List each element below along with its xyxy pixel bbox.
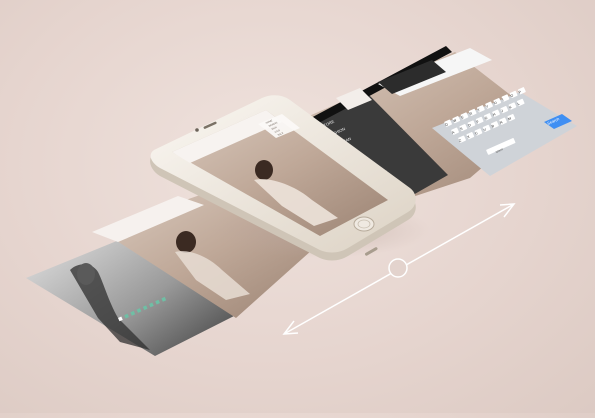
phone-home-button[interactable] xyxy=(353,216,375,232)
left-screen-model-head xyxy=(77,263,95,285)
swipe-handle[interactable] xyxy=(388,258,408,278)
mockup-stage: STOREFASHIONWOMANMANKIDSSALELOOKBOOKCONT… xyxy=(0,0,595,413)
left-screen-sepia-model-head xyxy=(176,231,196,253)
phone-model-head xyxy=(255,160,273,180)
keyboard-key[interactable]: P xyxy=(518,87,526,95)
phone-camera xyxy=(195,128,199,132)
